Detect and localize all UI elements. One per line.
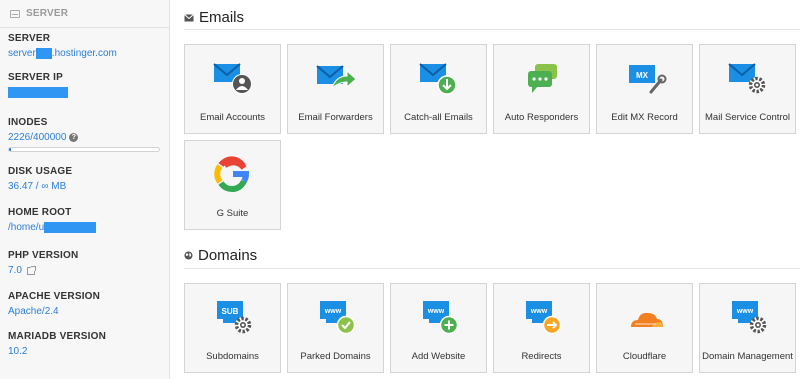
php-version-label: PHP VERSION	[8, 250, 79, 261]
tile-domain-management[interactable]: www Domain Management	[699, 283, 796, 373]
parked-domains-icon: www	[319, 301, 355, 335]
edit-mx-record-icon: MX	[628, 65, 666, 94]
inodes-progress-fill	[9, 148, 11, 151]
tile-label: Redirects	[521, 351, 562, 362]
server-hostname[interactable]: server .hostinger.com	[8, 48, 162, 59]
server-info: SERVER server .hostinger.com	[0, 33, 170, 59]
redirects-icon: www	[525, 301, 561, 335]
tile-email-accounts[interactable]: Email Accounts	[184, 44, 281, 134]
domain-management-icon: www	[731, 301, 766, 334]
help-icon[interactable]: ?	[69, 133, 79, 142]
inodes-progress-bar	[8, 147, 160, 152]
catch-all-emails-icon	[418, 63, 457, 95]
www-badge-text: www	[323, 308, 341, 315]
disk-usage-label: DISK USAGE	[8, 166, 73, 177]
tile-label: Email Forwarders	[298, 112, 373, 123]
section-divider	[184, 268, 800, 269]
g-suite-icon	[213, 156, 249, 192]
mariadb-version-info: MARIADB VERSION 10.2	[0, 331, 170, 357]
mariadb-version-label: MARIADB VERSION	[8, 331, 107, 342]
domains-title: Domains	[198, 247, 258, 264]
php-version-info: PHP VERSION 7.0	[0, 250, 170, 276]
server-icon	[10, 9, 20, 18]
server-hostname-suffix: .hostinger.com	[51, 48, 117, 59]
redacted-block	[35, 48, 52, 59]
tile-parked-domains[interactable]: www Parked Domains	[287, 283, 384, 373]
section-divider	[184, 29, 800, 30]
mail-service-control-icon	[727, 63, 765, 94]
server-ip-label: SERVER IP	[8, 72, 63, 83]
cloudflare-icon	[630, 312, 663, 327]
sidebar-header: SERVER	[0, 0, 169, 28]
tile-label: Add Website	[411, 351, 466, 362]
tile-label: Email Accounts	[200, 112, 265, 123]
www-badge-text: www	[426, 308, 444, 315]
tile-g-suite[interactable]: G Suite	[184, 140, 281, 230]
tile-label: Cloudflare	[622, 351, 667, 362]
sidebar-header-label: SERVER	[26, 8, 69, 19]
disk-usage-info: DISK USAGE 36.47 / ∞ MB	[0, 166, 170, 192]
emails-section-title: Emails	[184, 9, 244, 26]
apache-version-value: Apache/2.4	[8, 306, 59, 317]
www-badge-text: www	[529, 308, 547, 315]
inodes-label: INODES	[8, 117, 48, 128]
server-label: SERVER	[8, 33, 51, 44]
inodes-value: 2226/400000	[8, 132, 67, 143]
server-ip-info: SERVER IP	[0, 72, 170, 98]
tile-label: Mail Service Control	[705, 112, 790, 123]
tile-auto-responders[interactable]: Auto Responders	[493, 44, 590, 134]
home-root-prefix: /home/u	[8, 222, 45, 233]
redacted-block	[44, 222, 97, 233]
tile-label: Parked Domains	[300, 351, 371, 362]
email-forwarders-icon	[315, 65, 357, 90]
tile-label: Catch-all Emails	[404, 112, 473, 123]
sub-badge-text: SUB	[221, 307, 238, 316]
disk-usage-value: 36.47 / ∞ MB	[8, 181, 67, 192]
tile-mail-service-control[interactable]: Mail Service Control	[699, 44, 796, 134]
tile-subdomains[interactable]: SUB Subdomains	[184, 283, 281, 373]
apache-version-label: APACHE VERSION	[8, 291, 101, 302]
redacted-block	[8, 87, 68, 98]
php-version-value: 7.0	[8, 265, 22, 276]
envelope-icon	[184, 13, 194, 21]
home-root-info: HOME ROOT /home/u	[0, 207, 170, 233]
home-root-value: /home/u	[8, 222, 162, 233]
add-website-icon: www	[422, 301, 458, 335]
tile-label: Subdomains	[206, 351, 259, 362]
tile-label: G Suite	[216, 208, 249, 219]
tile-label: Domain Management	[702, 351, 793, 362]
domains-section-title: Domains	[184, 247, 257, 264]
inodes-info: INODES 2226/400000 ?	[0, 117, 170, 152]
apache-version-info: APACHE VERSION Apache/2.4	[0, 291, 170, 317]
email-accounts-icon	[212, 63, 252, 94]
mx-badge-text: MX	[636, 71, 649, 80]
auto-responders-icon	[527, 64, 557, 93]
mariadb-version-value: 10.2	[8, 346, 28, 357]
tile-redirects[interactable]: www Redirects	[493, 283, 590, 373]
emails-title: Emails	[199, 9, 245, 26]
tile-cloudflare[interactable]: Cloudflare	[596, 283, 693, 373]
home-root-label: HOME ROOT	[8, 207, 72, 218]
php-version-link[interactable]: 7.0	[8, 265, 162, 276]
www-badge-text: www	[735, 308, 753, 315]
tile-label: Edit MX Record	[611, 112, 678, 123]
tile-email-forwarders[interactable]: Email Forwarders	[287, 44, 384, 134]
external-link-icon	[26, 265, 36, 275]
server-hostname-prefix: server	[8, 48, 36, 59]
server-sidebar: SERVER SERVER server .hostinger.com SERVE…	[0, 0, 170, 379]
globe-icon	[184, 251, 193, 260]
subdomains-icon: SUB	[216, 301, 251, 334]
tile-add-website[interactable]: www Add Website	[390, 283, 487, 373]
tile-edit-mx-record[interactable]: MX Edit MX Record	[596, 44, 693, 134]
tile-catch-all-emails[interactable]: Catch-all Emails	[390, 44, 487, 134]
tile-label: Auto Responders	[504, 112, 579, 123]
